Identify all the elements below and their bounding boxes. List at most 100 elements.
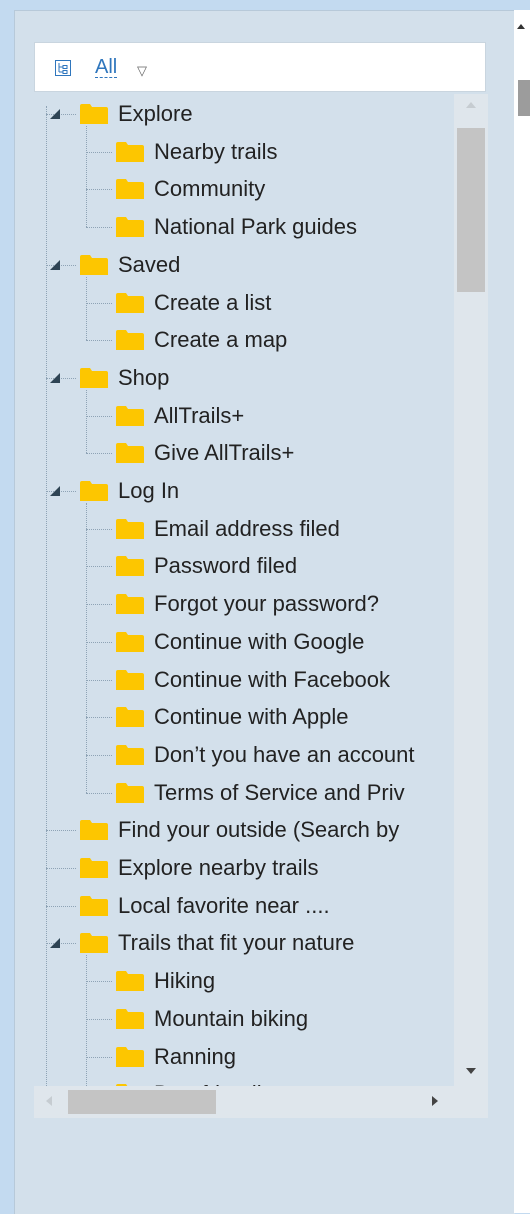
tree-item-label: Create a map [154, 327, 288, 353]
folder-icon [116, 594, 144, 615]
tree-item-label: Password filed [154, 553, 298, 579]
scrollbar-thumb[interactable] [518, 80, 530, 116]
folder-icon [116, 217, 144, 238]
tree-connector [86, 415, 112, 417]
folder-icon [80, 481, 108, 501]
tree-item[interactable]: Shop [50, 360, 169, 396]
vertical-scrollbar-thumb[interactable] [457, 128, 485, 292]
expanded-arrow-icon[interactable] [48, 936, 62, 950]
tree-item-label: Continue with Google [154, 628, 365, 654]
tree-item-label: National Park guides [154, 214, 358, 240]
tree-connector [86, 227, 112, 229]
tree-item[interactable]: Saved [50, 247, 181, 283]
tree-item[interactable]: Forgot your password? [116, 586, 379, 622]
tree-item-label: Give AllTrails+ [154, 440, 295, 466]
tree-item[interactable]: National Park guides [116, 209, 357, 245]
tree-connector [86, 528, 112, 530]
folder-icon [116, 1046, 144, 1067]
tree-item[interactable]: Continue with Google [116, 624, 364, 660]
tree-item[interactable]: Create a list [116, 285, 271, 321]
tree-connector [86, 679, 112, 681]
tree-item[interactable]: Don’t you have an account [116, 737, 415, 773]
tree-item[interactable]: Local favorite near .... [80, 888, 330, 924]
tree-item-label: Ranning [154, 1043, 236, 1069]
tree-item-label: Local favorite near .... [118, 892, 330, 918]
tree-connector [86, 981, 112, 983]
folder-icon [116, 669, 144, 690]
tree-item[interactable]: Dog-friendly [116, 1076, 273, 1086]
tree-connector [86, 151, 112, 153]
folder-icon [116, 971, 144, 992]
tree-connector [86, 717, 112, 719]
expanded-arrow-icon[interactable] [48, 258, 62, 272]
tree-item[interactable]: Give AllTrails+ [116, 435, 294, 471]
tree-item-label: AllTrails+ [154, 402, 245, 428]
folder-icon [116, 443, 144, 464]
tree-connector [46, 868, 76, 869]
tree-item-label: Mountain biking [154, 1005, 309, 1031]
right-panel-scrollbar[interactable] [514, 10, 530, 1213]
tree-item-label: Explore nearby trails [118, 855, 319, 880]
tree-connector [46, 830, 76, 832]
folder-icon [80, 367, 108, 388]
tree-item[interactable]: Ranning [116, 1039, 236, 1075]
expanded-arrow-icon[interactable] [48, 484, 62, 498]
horizontal-scrollbar[interactable] [34, 1086, 454, 1118]
tree-connector [86, 604, 112, 606]
tree-item-label: Hiking [154, 968, 216, 994]
folder-icon [80, 254, 108, 275]
tree-item[interactable]: Create a map [116, 322, 287, 358]
tree-item-label: Don’t you have an account [154, 741, 415, 767]
folder-icon [116, 631, 144, 652]
tree-item-label: Log In [118, 478, 180, 503]
tree-item[interactable]: Email address filed [116, 511, 340, 547]
tree-guide-line [86, 389, 87, 454]
folder-icon [80, 933, 108, 954]
scroll-left-icon[interactable] [46, 1096, 52, 1106]
folder-icon [116, 179, 144, 200]
filter-dropdown[interactable]: All ▽ [34, 42, 486, 92]
tree-item[interactable]: Explore [50, 96, 193, 132]
tree-item-label: Explore [118, 101, 193, 126]
folder-icon [116, 405, 144, 426]
tree-guide-line [86, 126, 87, 228]
tree-connector [86, 453, 112, 455]
scroll-down-icon[interactable] [466, 1068, 476, 1074]
tree-item[interactable]: Community [116, 171, 265, 207]
scroll-up-icon[interactable] [466, 102, 476, 108]
expanded-arrow-icon[interactable] [48, 371, 62, 385]
tree-connector [86, 566, 112, 568]
tree-item[interactable]: Continue with Apple [116, 699, 348, 735]
tree-guide-line [86, 276, 87, 341]
folder-icon [116, 1008, 144, 1029]
tree-item[interactable]: Mountain biking [116, 1001, 308, 1037]
scroll-right-icon[interactable] [432, 1096, 438, 1106]
scroll-up-arrow-icon[interactable] [517, 24, 525, 29]
tree-item[interactable]: Find your outside (Search by [80, 812, 399, 848]
tree-guide-line [86, 503, 87, 793]
tree-connector [46, 905, 76, 907]
tree-item[interactable]: Nearby trails [116, 134, 277, 170]
tree-item[interactable]: Log In [50, 473, 180, 509]
tree-connector [86, 641, 112, 643]
folder-icon [80, 104, 108, 124]
expanded-arrow-icon[interactable] [48, 107, 62, 121]
caret-down-icon[interactable]: ▽ [137, 63, 147, 79]
tree-item[interactable]: Continue with Facebook [116, 662, 390, 698]
tree-item[interactable]: Hiking [116, 963, 215, 999]
filter-selected-label[interactable]: All [95, 57, 118, 78]
vertical-scrollbar[interactable] [454, 94, 488, 1086]
tree-connector [86, 1018, 112, 1020]
tree-item[interactable]: Trails that fit your nature [50, 925, 354, 961]
tree-item-label: Saved [118, 251, 181, 277]
tree-item[interactable]: Explore nearby trails [80, 850, 319, 886]
folder-icon [116, 744, 144, 765]
horizontal-scrollbar-thumb[interactable] [68, 1090, 216, 1114]
tree-item[interactable]: AllTrails+ [116, 398, 244, 434]
tree-item[interactable]: Terms of Service and Priv [116, 775, 405, 811]
folder-icon [116, 518, 144, 539]
tree-connector [86, 340, 112, 342]
folder-icon [116, 707, 144, 728]
tree-item-label: Email address filed [154, 515, 340, 541]
tree-item[interactable]: Password filed [116, 548, 297, 584]
